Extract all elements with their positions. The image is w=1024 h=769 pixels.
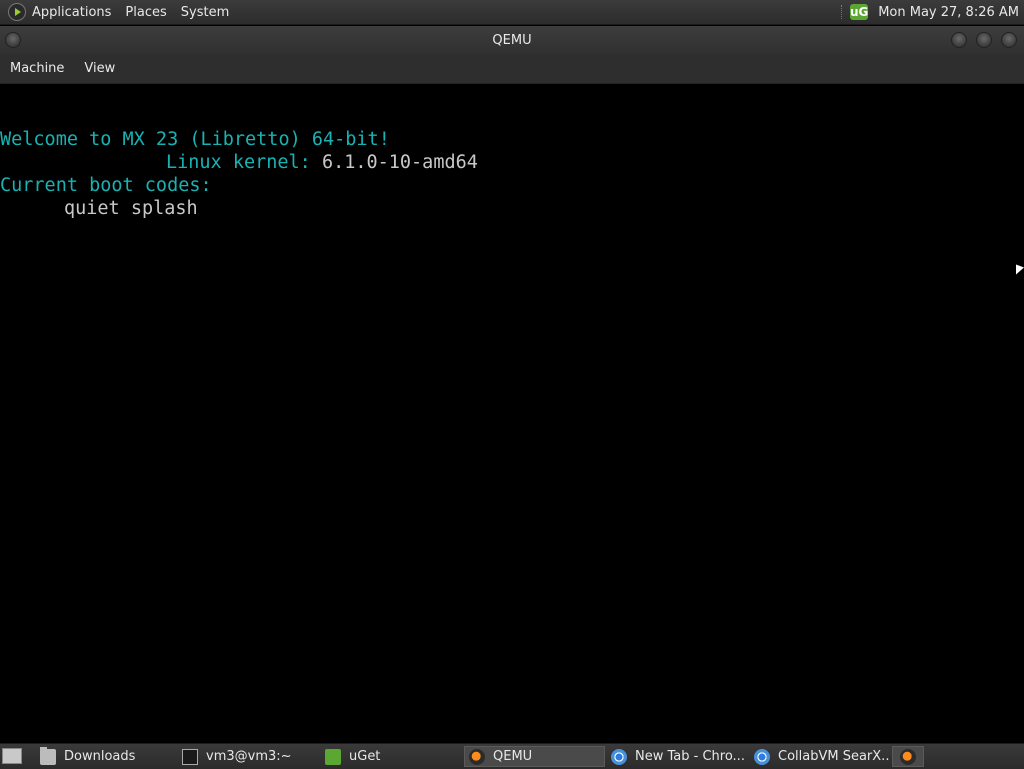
task-label: QEMU (493, 749, 533, 764)
terminal-icon (182, 748, 198, 765)
kernel-version: 6.1.0-10-amd64 (321, 152, 478, 173)
qemu-icon (900, 748, 916, 765)
mx-menu-icon[interactable] (8, 3, 26, 21)
minimize-button[interactable] (951, 32, 967, 48)
window-title: QEMU (492, 32, 532, 48)
machine-menu[interactable]: Machine (10, 61, 64, 76)
welcome-line: Welcome to MX 23 (Libretto) 64-bit! (0, 129, 390, 150)
task-label: uGet (349, 749, 381, 764)
task-collabvm-searx[interactable]: CollabVM SearX... (750, 746, 890, 767)
taskbar: Downloads vm3@vm3:~ uGet QEMU New Tab - … (0, 743, 1024, 769)
chrome-icon (754, 748, 770, 765)
task-label: Downloads (64, 749, 136, 764)
kernel-line: Linux kernel: 6.1.0-10-amd64 (166, 151, 478, 174)
close-button[interactable] (1001, 32, 1017, 48)
boot-codes-value: quiet splash (64, 198, 198, 219)
clock[interactable]: Mon May 27, 8:26 AM (878, 5, 1019, 20)
panel-separator (841, 5, 844, 19)
qemu-icon (469, 748, 485, 765)
uget-icon (325, 748, 341, 765)
applications-menu[interactable]: Applications (32, 5, 111, 20)
folder-icon (40, 746, 56, 765)
window-menu-icon[interactable] (5, 32, 21, 48)
maximize-button[interactable] (976, 32, 992, 48)
kernel-label: Linux kernel: (166, 152, 311, 173)
task-qemu-extra[interactable] (892, 746, 924, 767)
task-label: CollabVM SearX... (778, 749, 890, 764)
qemu-menubar: Machine View (0, 54, 1024, 84)
task-label: vm3@vm3:~ (206, 749, 292, 764)
mouse-pointer-icon (1016, 264, 1024, 278)
task-qemu[interactable]: QEMU (464, 746, 605, 767)
task-terminal[interactable]: vm3@vm3:~ (178, 746, 318, 767)
show-desktop-icon[interactable] (2, 748, 22, 764)
task-uget[interactable]: uGet (321, 746, 461, 767)
panel-tray: uG Mon May 27, 8:26 AM (841, 4, 1024, 20)
places-menu[interactable]: Places (125, 5, 166, 20)
task-new-tab-chrome[interactable]: New Tab - Chro... (607, 746, 747, 767)
boot-codes-label: Current boot codes: (0, 175, 212, 196)
top-panel: Applications Places System uG Mon May 27… (0, 0, 1024, 25)
window-titlebar[interactable]: QEMU (0, 26, 1024, 54)
task-downloads[interactable]: Downloads (36, 746, 174, 767)
vm-console[interactable]: Welcome to MX 23 (Libretto) 64-bit! Linu… (0, 84, 1024, 742)
task-label: New Tab - Chro... (635, 749, 745, 764)
uget-tray-icon[interactable]: uG (850, 4, 868, 20)
chrome-icon (611, 748, 627, 765)
view-menu[interactable]: View (84, 61, 115, 76)
system-menu[interactable]: System (181, 5, 229, 20)
